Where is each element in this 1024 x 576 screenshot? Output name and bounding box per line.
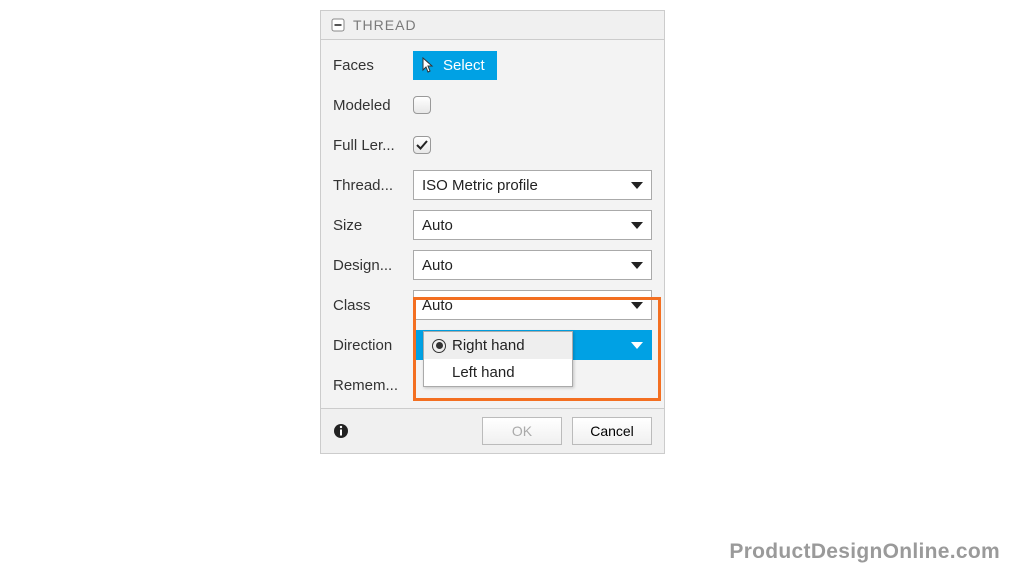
faces-select-button[interactable]: Select bbox=[413, 51, 497, 80]
cancel-button[interactable]: Cancel bbox=[572, 417, 652, 445]
row-class: Class Auto bbox=[333, 290, 652, 320]
chevron-down-icon bbox=[631, 222, 643, 229]
radio-selected-icon bbox=[432, 339, 446, 353]
designation-value: Auto bbox=[422, 257, 453, 274]
row-thread-type: Thread... ISO Metric profile bbox=[333, 170, 652, 200]
row-size: Size Auto bbox=[333, 210, 652, 240]
thread-type-value: ISO Metric profile bbox=[422, 177, 538, 194]
size-dropdown[interactable]: Auto bbox=[413, 210, 652, 240]
option-label: Left hand bbox=[452, 364, 515, 381]
row-full-length: Full Ler... bbox=[333, 130, 652, 160]
chevron-down-icon bbox=[631, 262, 643, 269]
direction-option-left-hand[interactable]: Left hand bbox=[424, 359, 572, 386]
row-designation: Design... Auto bbox=[333, 250, 652, 280]
row-faces: Faces Select bbox=[333, 50, 652, 80]
class-value: Auto bbox=[422, 297, 453, 314]
label-class: Class bbox=[333, 297, 413, 314]
designation-dropdown[interactable]: Auto bbox=[413, 250, 652, 280]
panel-title: THREAD bbox=[353, 17, 417, 33]
thread-type-dropdown[interactable]: ISO Metric profile bbox=[413, 170, 652, 200]
direction-options-popup: Right hand Left hand bbox=[423, 331, 573, 387]
ok-button[interactable]: OK bbox=[482, 417, 562, 445]
thread-panel: THREAD Faces Select Modeled Full Ler... bbox=[320, 10, 665, 454]
direction-option-right-hand[interactable]: Right hand bbox=[424, 332, 572, 359]
option-label: Right hand bbox=[452, 337, 525, 354]
chevron-down-icon bbox=[631, 182, 643, 189]
panel-header[interactable]: THREAD bbox=[321, 11, 664, 40]
label-modeled: Modeled bbox=[333, 97, 413, 114]
label-full-length: Full Ler... bbox=[333, 137, 413, 154]
label-thread-type: Thread... bbox=[333, 177, 413, 194]
panel-footer: OK Cancel bbox=[321, 408, 664, 453]
label-remember: Remem... bbox=[333, 377, 413, 394]
size-value: Auto bbox=[422, 217, 453, 234]
cursor-icon bbox=[421, 57, 437, 73]
full-length-checkbox[interactable] bbox=[413, 136, 431, 154]
faces-select-label: Select bbox=[443, 57, 485, 74]
label-size: Size bbox=[333, 217, 413, 234]
modeled-checkbox[interactable] bbox=[413, 96, 431, 114]
label-direction: Direction bbox=[333, 337, 413, 354]
label-designation: Design... bbox=[333, 257, 413, 274]
label-faces: Faces bbox=[333, 57, 413, 74]
watermark: ProductDesignOnline.com bbox=[729, 540, 1000, 564]
chevron-down-icon bbox=[631, 302, 643, 309]
row-modeled: Modeled bbox=[333, 90, 652, 120]
chevron-down-icon bbox=[631, 342, 643, 349]
radio-unselected-icon bbox=[432, 366, 446, 380]
info-icon[interactable] bbox=[333, 423, 349, 439]
class-dropdown[interactable]: Auto bbox=[413, 290, 652, 320]
collapse-icon bbox=[331, 18, 345, 32]
